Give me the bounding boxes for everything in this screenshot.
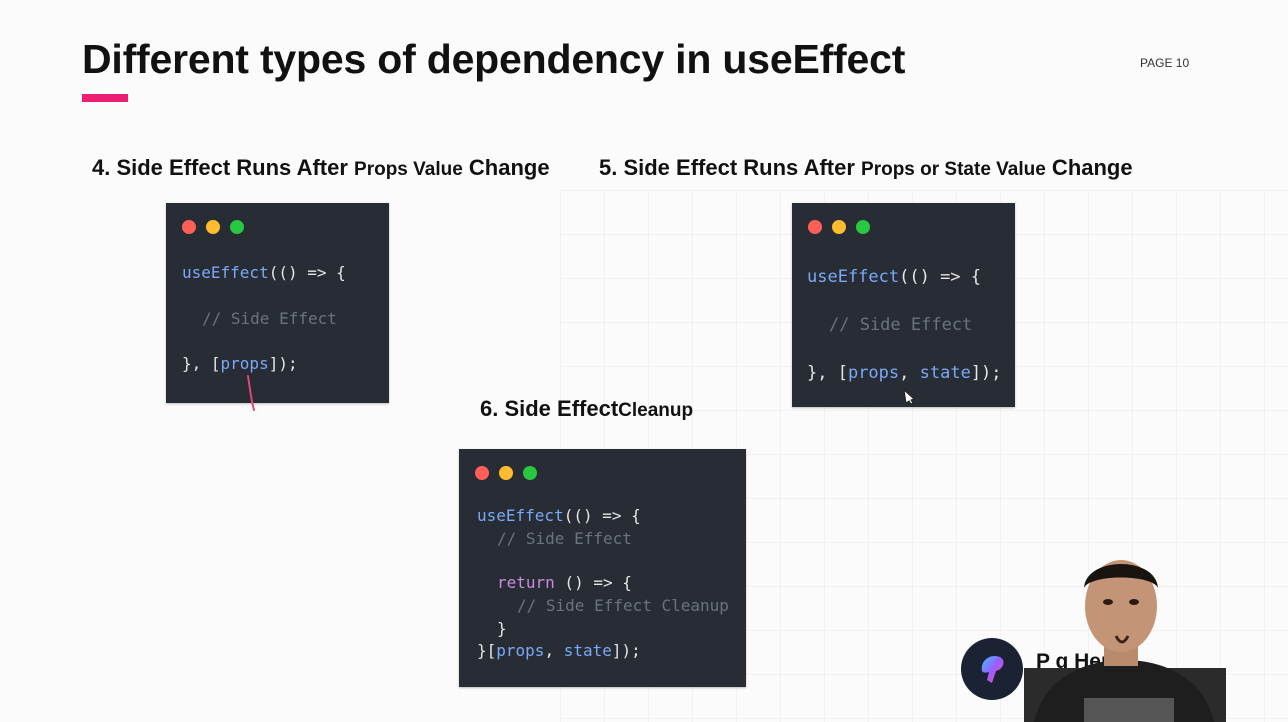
section-6-heading-small: Cleanup <box>618 400 694 421</box>
window-controls <box>808 220 870 234</box>
code-window-props-state: useEffect(() => { // Side Effect }, [pro… <box>792 203 1015 407</box>
page-number: PAGE 10 <box>1140 56 1190 70</box>
code-line: }[props, state]); <box>477 641 641 660</box>
section-4-heading-end: Change <box>462 155 550 180</box>
minimize-dot-icon <box>499 466 513 480</box>
section-4-heading-main: 4. Side Effect Runs After <box>92 155 355 180</box>
code-line: useEffect(() => { <box>182 263 346 282</box>
code-line: }, [props]); <box>182 354 298 373</box>
code-window-cleanup: useEffect(() => { // Side Effect return … <box>459 449 746 687</box>
title-accent-bar <box>82 94 128 102</box>
pen-annotation-mark <box>247 375 255 411</box>
section-5-heading-end: Change <box>1045 155 1133 180</box>
code-line: } <box>497 619 507 638</box>
code-comment: // Side Effect <box>497 529 632 548</box>
section-5-heading: 5. Side Effect Runs After Props or State… <box>599 155 1133 181</box>
maximize-dot-icon <box>230 220 244 234</box>
presenter-video-thumbnail <box>1024 560 1226 722</box>
code-comment: // Side Effect Cleanup <box>517 596 729 615</box>
section-4-heading: 4. Side Effect Runs After Props Value Ch… <box>92 155 550 181</box>
maximize-dot-icon <box>523 466 537 480</box>
code-window-props: useEffect(() => { // Side Effect }, [pro… <box>166 203 389 403</box>
slide-title: Different types of dependency in useEffe… <box>82 36 906 82</box>
section-6-heading-main: 6. Side Effect <box>480 396 619 421</box>
code-line: useEffect(() => { <box>807 267 982 287</box>
react-brush-logo-icon <box>961 638 1023 700</box>
code-line: }, [props, state]); <box>807 363 1002 383</box>
code-comment: // Side Effect <box>202 309 337 328</box>
minimize-dot-icon <box>206 220 220 234</box>
code-line: useEffect(() => { <box>477 506 641 525</box>
maximize-dot-icon <box>856 220 870 234</box>
window-controls <box>475 466 537 480</box>
window-controls <box>182 220 244 234</box>
section-5-heading-small: Props or State Value <box>861 159 1046 180</box>
code-line: return () => { <box>497 573 632 592</box>
pen-cursor-icon <box>903 388 915 404</box>
section-5-heading-main: 5. Side Effect Runs After <box>599 155 862 180</box>
minimize-dot-icon <box>832 220 846 234</box>
section-6-heading: 6. Side EffectCleanup <box>480 396 693 422</box>
close-dot-icon <box>475 466 489 480</box>
code-comment: // Side Effect <box>829 315 973 335</box>
section-4-heading-small: Props Value <box>354 159 463 180</box>
close-dot-icon <box>808 220 822 234</box>
close-dot-icon <box>182 220 196 234</box>
